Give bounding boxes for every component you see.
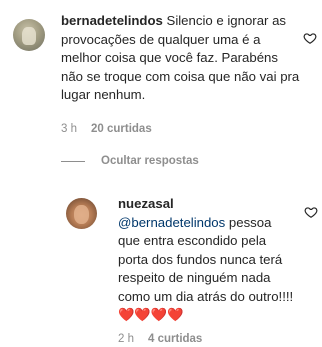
heart-icon[interactable] <box>303 31 317 45</box>
reply-mention-link[interactable]: @bernadetelindos <box>118 215 225 230</box>
comment-body: bernadetelindos Silencio e ignorar as pr… <box>61 12 301 105</box>
comment-time[interactable]: 3 h <box>61 123 77 135</box>
reply-body: nuezasal @bernadetelindos pessoa que ent… <box>118 195 294 325</box>
heart-icon[interactable] <box>304 205 318 219</box>
reply-username[interactable]: nuezasal <box>118 196 174 211</box>
comment-username[interactable]: bernadetelindos <box>61 13 163 28</box>
avatar-image <box>74 205 89 224</box>
divider-line <box>61 160 85 162</box>
reply-time[interactable]: 2 h <box>118 333 134 345</box>
avatar-bernadetelindos[interactable] <box>13 19 45 51</box>
avatar-nuezasal[interactable] <box>66 198 97 229</box>
reply-text: pessoa que entra escondido pela porta do… <box>118 214 294 323</box>
avatar-image <box>22 27 36 45</box>
reply-likes[interactable]: 4 curtidas <box>148 333 202 345</box>
hide-replies-button[interactable]: Ocultar respostas <box>61 155 199 167</box>
reply-meta: 2 h 4 curtidas <box>118 333 202 345</box>
comment-likes[interactable]: 20 curtidas <box>91 123 152 135</box>
comment-meta: 3 h 20 curtidas <box>61 123 152 135</box>
hide-replies-label: Ocultar respostas <box>101 155 199 167</box>
